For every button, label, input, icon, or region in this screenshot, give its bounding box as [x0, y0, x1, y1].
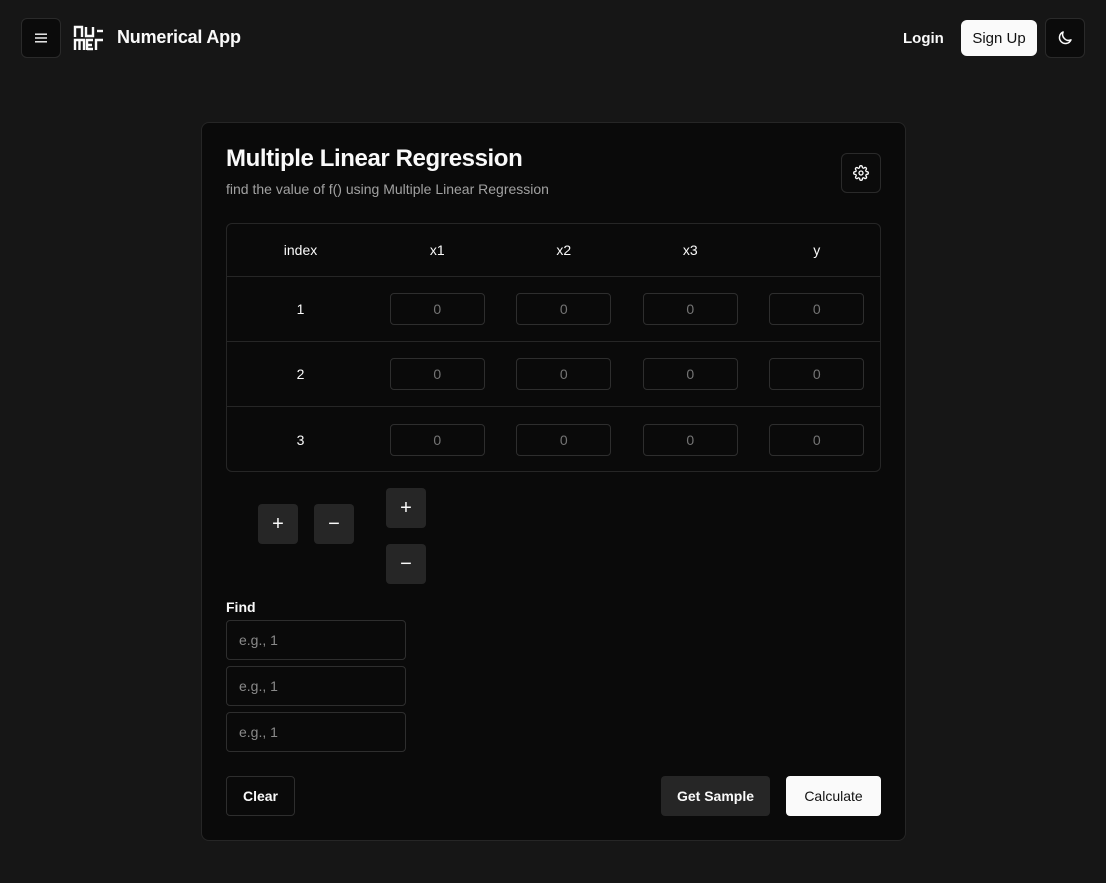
- clear-button[interactable]: Clear: [226, 776, 295, 816]
- find-input-x1[interactable]: [226, 620, 406, 660]
- column-header-index: index: [283, 242, 318, 258]
- add-column-button[interactable]: +: [386, 488, 426, 528]
- row-index: 2: [296, 366, 305, 382]
- app-title: Numerical App: [117, 27, 241, 47]
- table-row: 2: [227, 342, 880, 407]
- column-header-y: y: [813, 242, 821, 258]
- data-table: index x1 x2 x3 y 1 2 3: [226, 223, 881, 472]
- column-header-x3: x3: [682, 242, 698, 258]
- card-title: Multiple Linear Regression: [226, 145, 523, 172]
- table-row: 1: [227, 277, 880, 342]
- settings-button[interactable]: [841, 153, 881, 193]
- cell-input-y[interactable]: [769, 293, 865, 325]
- menu-button[interactable]: [21, 18, 61, 58]
- remove-column-button[interactable]: −: [386, 544, 426, 584]
- cell-input-x2[interactable]: [516, 358, 612, 390]
- cell-input-x2[interactable]: [516, 293, 612, 325]
- table-row: 3: [227, 407, 880, 471]
- add-row-button[interactable]: +: [258, 504, 298, 544]
- cell-input-x2[interactable]: [516, 423, 612, 456]
- calculate-button[interactable]: Calculate: [786, 776, 881, 816]
- find-label: Find: [226, 599, 256, 615]
- cell-input-x3[interactable]: [642, 423, 738, 456]
- login-button[interactable]: Login: [893, 20, 954, 56]
- cell-input-x1[interactable]: [389, 293, 485, 325]
- cell-input-y[interactable]: [769, 423, 865, 456]
- remove-row-button[interactable]: −: [314, 504, 354, 544]
- column-header-x1: x1: [429, 242, 445, 258]
- hamburger-menu-icon: [35, 33, 47, 43]
- card-description: find the value of f() using Multiple Lin…: [226, 181, 549, 197]
- regression-card: Multiple Linear Regression find the valu…: [201, 122, 906, 841]
- cell-input-x3[interactable]: [642, 358, 738, 390]
- theme-toggle-button[interactable]: [1045, 18, 1085, 58]
- cell-input-y[interactable]: [769, 358, 865, 390]
- moon-icon: [1058, 31, 1072, 45]
- gear-icon: [853, 165, 869, 181]
- row-index: 3: [296, 431, 305, 448]
- cell-input-x1[interactable]: [389, 423, 485, 456]
- signup-button[interactable]: Sign Up: [961, 20, 1037, 56]
- find-input-x3[interactable]: [226, 712, 406, 752]
- cell-input-x3[interactable]: [642, 293, 738, 325]
- numer-logo-icon: [73, 25, 103, 51]
- find-input-x2[interactable]: [226, 666, 406, 706]
- get-sample-button[interactable]: Get Sample: [661, 776, 770, 816]
- column-header-x2: x2: [556, 242, 572, 258]
- cell-input-x1[interactable]: [389, 358, 485, 390]
- row-index: 1: [296, 301, 305, 317]
- table-header: index x1 x2 x3 y: [227, 224, 880, 277]
